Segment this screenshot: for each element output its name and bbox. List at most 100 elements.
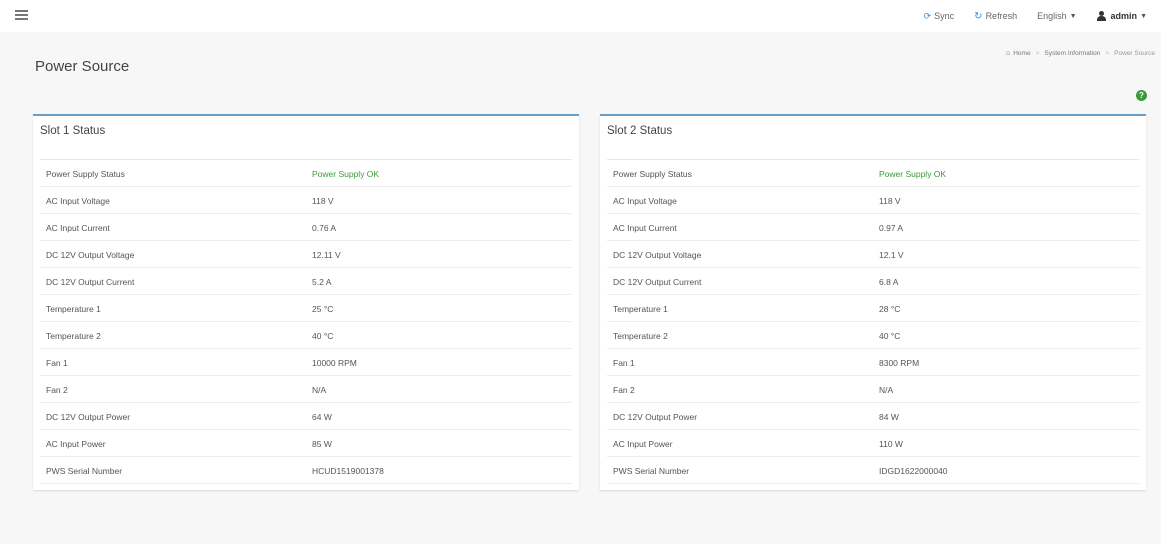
slot-2-status-panel: Slot 2 Status Power Supply Status Power S… — [600, 114, 1146, 490]
table-row: Power Supply Status Power Supply OK — [607, 160, 1139, 187]
row-label: Fan 1 — [46, 358, 68, 368]
hamburger-menu-icon[interactable] — [15, 10, 28, 20]
slot-1-status-panel: Slot 1 Status Power Supply Status Power S… — [33, 114, 579, 490]
table-row: Power Supply Status Power Supply OK — [40, 160, 572, 187]
row-label: Fan 1 — [613, 358, 635, 368]
row-value: 12.1 V — [879, 250, 904, 260]
row-value: HCUD1519001378 — [312, 466, 384, 476]
table-row: DC 12V Output Current 6.8 A — [607, 268, 1139, 295]
status-value: Power Supply OK — [879, 169, 947, 179]
refresh-label: Refresh — [985, 11, 1018, 21]
row-label: AC Input Current — [46, 223, 110, 233]
help-icon[interactable]: ? — [1136, 90, 1147, 101]
row-value: 85 W — [312, 439, 332, 449]
table-row: Fan 1 10000 RPM — [40, 349, 572, 376]
home-icon: ⌂ — [1006, 50, 1011, 57]
language-dropdown[interactable]: English ▼ — [1037, 11, 1076, 21]
row-label: AC Input Voltage — [613, 196, 677, 206]
table-row: Fan 1 8300 RPM — [607, 349, 1139, 376]
row-value: 8300 RPM — [879, 358, 920, 368]
status-value: Power Supply OK — [312, 169, 380, 179]
row-value: 64 W — [312, 412, 332, 422]
user-icon — [1096, 11, 1106, 21]
row-label: AC Input Current — [613, 223, 677, 233]
row-label: AC Input Power — [613, 439, 673, 449]
table-row: DC 12V Output Power 84 W — [607, 403, 1139, 430]
user-label: admin — [1110, 11, 1138, 21]
row-value: IDGD1622000040 — [879, 466, 948, 476]
table-row: PWS Serial Number IDGD1622000040 — [607, 457, 1139, 484]
table-row: Fan 2 N/A — [607, 376, 1139, 403]
table-row: Temperature 1 28 °C — [607, 295, 1139, 322]
table-row: DC 12V Output Voltage 12.11 V — [40, 241, 572, 268]
row-value: 5.2 A — [312, 277, 332, 287]
breadcrumb-separator: > — [1105, 50, 1110, 57]
row-label: Temperature 2 — [613, 331, 668, 341]
chevron-down-icon: ▼ — [1140, 12, 1147, 20]
table-row: DC 12V Output Current 5.2 A — [40, 268, 572, 295]
row-label: Fan 2 — [613, 385, 635, 395]
row-value: N/A — [879, 385, 894, 395]
row-value: 118 V — [312, 196, 334, 206]
row-label: Power Supply Status — [613, 169, 692, 179]
panel-title: Slot 1 Status — [40, 125, 106, 137]
table-row: DC 12V Output Power 64 W — [40, 403, 572, 430]
row-value: 84 W — [879, 412, 899, 422]
row-value: 10000 RPM — [312, 358, 357, 368]
table-row: Temperature 2 40 °C — [40, 322, 572, 349]
language-label: English — [1037, 11, 1067, 21]
row-value: 0.97 A — [879, 223, 904, 233]
table-row: AC Input Voltage 118 V — [40, 187, 572, 214]
row-value: 40 °C — [879, 331, 901, 341]
row-value: 12.11 V — [312, 250, 341, 260]
row-label: AC Input Power — [46, 439, 106, 449]
row-label: DC 12V Output Current — [613, 277, 702, 287]
row-label: DC 12V Output Voltage — [46, 250, 135, 260]
top-navbar: ⟳ Sync ↻ Refresh English ▼ admin ▼ — [0, 0, 1161, 32]
row-label: DC 12V Output Power — [613, 412, 698, 422]
refresh-icon: ↻ — [974, 10, 983, 22]
user-menu-dropdown[interactable]: admin ▼ — [1096, 11, 1147, 21]
table-row: AC Input Current 0.76 A — [40, 214, 572, 241]
row-label: DC 12V Output Current — [46, 277, 135, 287]
row-label: DC 12V Output Voltage — [613, 250, 702, 260]
table-row: AC Input Current 0.97 A — [607, 214, 1139, 241]
table-row: AC Input Voltage 118 V — [607, 187, 1139, 214]
status-table: Power Supply Status Power Supply OK AC In… — [40, 160, 572, 484]
row-value: 40 °C — [312, 331, 334, 341]
table-row: AC Input Power 85 W — [40, 430, 572, 457]
row-value: N/A — [312, 385, 327, 395]
row-value: 110 W — [879, 439, 903, 449]
row-label: DC 12V Output Power — [46, 412, 131, 422]
top-nav-links: ⟳ Sync ↻ Refresh English ▼ admin ▼ — [904, 0, 1147, 32]
page-title: Power Source — [35, 58, 130, 75]
row-label: Temperature 1 — [613, 304, 668, 314]
breadcrumb-parent-link[interactable]: System Information — [1044, 50, 1100, 57]
table-row: AC Input Power 110 W — [607, 430, 1139, 457]
row-label: PWS Serial Number — [613, 466, 690, 476]
row-value: 28 °C — [879, 304, 901, 314]
row-label: Fan 2 — [46, 385, 68, 395]
sync-icon: ⟳ — [923, 10, 932, 21]
breadcrumb-home-link[interactable]: Home — [1013, 50, 1030, 57]
table-row: Temperature 1 25 °C — [40, 295, 572, 322]
refresh-button[interactable]: ↻ Refresh — [974, 11, 1017, 22]
row-value: 25 °C — [312, 304, 334, 314]
table-row: Temperature 2 40 °C — [607, 322, 1139, 349]
row-label: Temperature 2 — [46, 331, 101, 341]
table-row: PWS Serial Number HCUD1519001378 — [40, 457, 572, 484]
chevron-down-icon: ▼ — [1069, 12, 1077, 20]
table-row: Fan 2 N/A — [40, 376, 572, 403]
breadcrumb: ⌂ Home > System Information > Power Sour… — [1006, 50, 1155, 57]
sync-button[interactable]: ⟳ Sync — [924, 11, 955, 22]
sync-label: Sync — [934, 11, 955, 21]
row-label: PWS Serial Number — [46, 466, 123, 476]
row-value: 6.8 A — [879, 277, 899, 287]
status-table: Power Supply Status Power Supply OK AC In… — [607, 160, 1139, 484]
breadcrumb-current: Power Source — [1114, 50, 1155, 57]
breadcrumb-separator: > — [1035, 50, 1040, 57]
table-row: DC 12V Output Voltage 12.1 V — [607, 241, 1139, 268]
row-value: 118 V — [879, 196, 901, 206]
row-label: Power Supply Status — [46, 169, 125, 179]
panel-title: Slot 2 Status — [607, 125, 673, 137]
